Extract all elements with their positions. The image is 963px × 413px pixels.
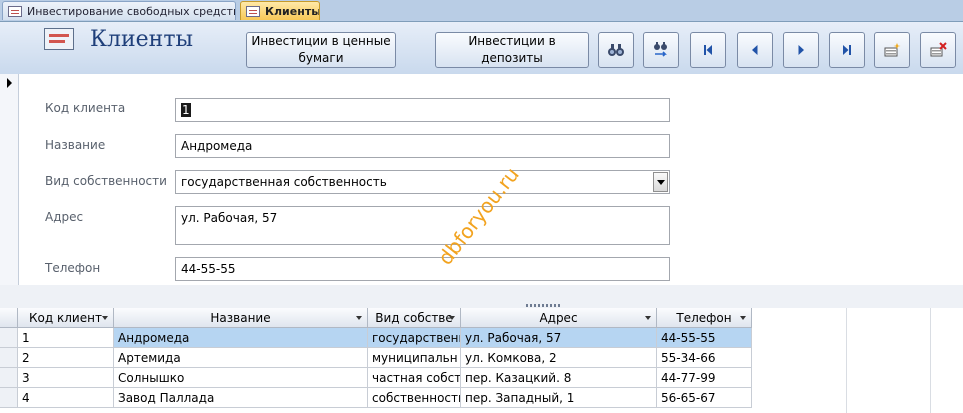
- cell-address[interactable]: пер. Западный, 1: [461, 388, 657, 408]
- column-header-label: Вид собстве: [375, 310, 453, 325]
- datasheet: Код клиент Название Вид собстве Адрес Те…: [0, 308, 963, 413]
- column-header-label: Код клиент: [29, 310, 102, 325]
- split-form-divider[interactable]: [0, 285, 963, 309]
- current-record-arrow-icon: [7, 78, 12, 88]
- previous-record-button[interactable]: [737, 32, 773, 68]
- page-title: Клиенты: [90, 27, 194, 52]
- column-header-name[interactable]: Название: [114, 308, 368, 328]
- cell-ownership[interactable]: муниципальн: [368, 348, 461, 368]
- column-header-code[interactable]: Код клиент: [18, 308, 114, 328]
- ownership-combobox[interactable]: государственная собственность: [175, 170, 670, 194]
- column-header-label: Телефон: [676, 310, 732, 325]
- form-icon: [8, 5, 22, 17]
- last-record-button[interactable]: [829, 32, 865, 68]
- splitter-grip-icon[interactable]: [526, 304, 562, 307]
- cell-ownership[interactable]: собственность: [368, 388, 461, 408]
- previous-record-icon: [752, 45, 758, 55]
- last-record-icon: [843, 45, 851, 55]
- select-all-corner[interactable]: [0, 308, 18, 328]
- form-header: Клиенты Инвестиции в ценные бумаги Инвес…: [0, 22, 963, 74]
- column-header-label: Адрес: [539, 310, 578, 325]
- investments-securities-button[interactable]: Инвестиции в ценные бумаги: [246, 32, 396, 68]
- cell-code[interactable]: 4: [18, 388, 114, 408]
- cell-name[interactable]: Солнышко: [114, 368, 368, 388]
- investments-deposits-button[interactable]: Инвестиции в депозиты: [435, 32, 589, 68]
- client-code-field[interactable]: 1: [175, 98, 670, 122]
- new-record-icon: [884, 43, 901, 57]
- form-icon: [246, 5, 260, 17]
- row-selector[interactable]: [0, 388, 18, 408]
- name-label: Название: [45, 138, 106, 152]
- new-record-button[interactable]: [874, 32, 910, 68]
- tab-clients[interactable]: Клиенты: [240, 1, 320, 20]
- record-selector[interactable]: [0, 74, 19, 285]
- ownership-label: Вид собственности: [45, 174, 167, 188]
- cell-name[interactable]: Артемида: [114, 348, 368, 368]
- column-header-label: Название: [210, 310, 271, 325]
- cell-address[interactable]: пер. Казацкий. 8: [461, 368, 657, 388]
- column-header-phone[interactable]: Телефон: [657, 308, 752, 328]
- chevron-down-icon[interactable]: [356, 316, 362, 320]
- cell-ownership[interactable]: частная собсте: [368, 368, 461, 388]
- form-logo-icon: [44, 28, 74, 50]
- first-record-icon: [704, 45, 712, 55]
- name-field[interactable]: Андромеда: [175, 134, 670, 158]
- cell-name[interactable]: Завод Паллада: [114, 388, 368, 408]
- cell-phone[interactable]: 56-65-67: [657, 388, 752, 408]
- find-icon: [608, 44, 624, 56]
- row-selector[interactable]: [0, 368, 18, 388]
- phone-label: Телефон: [45, 261, 101, 275]
- cell-phone[interactable]: 44-77-99: [657, 368, 752, 388]
- column-header-ownership[interactable]: Вид собстве: [368, 308, 461, 328]
- document-tab-strip: Инвестирование свободных средств Клиенты: [0, 0, 963, 22]
- cell-code[interactable]: 2: [18, 348, 114, 368]
- cell-code[interactable]: 1: [18, 328, 114, 348]
- address-label: Адрес: [45, 210, 84, 224]
- ownership-value: государственная собственность: [181, 175, 387, 189]
- combo-dropdown-button[interactable]: [653, 172, 668, 192]
- delete-record-icon: [930, 42, 947, 57]
- client-code-value: 1: [181, 103, 191, 117]
- form-detail: Код клиента 1 Название Андромеда Вид соб…: [0, 74, 963, 285]
- row-selector[interactable]: [0, 348, 18, 368]
- tab-label: Инвестирование свободных средств: [27, 4, 236, 18]
- address-field[interactable]: ул. Рабочая, 57: [175, 206, 670, 245]
- chevron-down-icon[interactable]: [102, 316, 108, 320]
- next-record-icon: [798, 45, 804, 55]
- replace-icon: [654, 42, 667, 57]
- next-record-button[interactable]: [783, 32, 819, 68]
- cell-address[interactable]: ул. Комкова, 2: [461, 348, 657, 368]
- chevron-down-icon[interactable]: [645, 316, 651, 320]
- cell-ownership[interactable]: государственн: [368, 328, 461, 348]
- column-header-address[interactable]: Адрес: [461, 308, 657, 328]
- tab-label: Клиенты: [265, 4, 320, 18]
- cell-address[interactable]: ул. Рабочая, 57: [461, 328, 657, 348]
- cell-name[interactable]: Андромеда: [114, 328, 368, 348]
- cell-code[interactable]: 3: [18, 368, 114, 388]
- replace-button[interactable]: [643, 32, 679, 68]
- tab-investments[interactable]: Инвестирование свободных средств: [2, 1, 236, 20]
- chevron-down-icon[interactable]: [449, 316, 455, 320]
- first-record-button[interactable]: [690, 32, 726, 68]
- row-selector[interactable]: [0, 328, 18, 348]
- empty-grid-line: [930, 308, 931, 413]
- empty-grid-line: [846, 308, 847, 413]
- delete-record-button[interactable]: [920, 32, 956, 68]
- chevron-down-icon[interactable]: [740, 316, 746, 320]
- find-button[interactable]: [598, 32, 634, 68]
- cell-phone[interactable]: 55-34-66: [657, 348, 752, 368]
- chevron-down-icon: [656, 179, 665, 185]
- phone-field[interactable]: 44-55-55: [175, 257, 670, 281]
- client-code-label: Код клиента: [45, 101, 126, 115]
- cell-phone[interactable]: 44-55-55: [657, 328, 752, 348]
